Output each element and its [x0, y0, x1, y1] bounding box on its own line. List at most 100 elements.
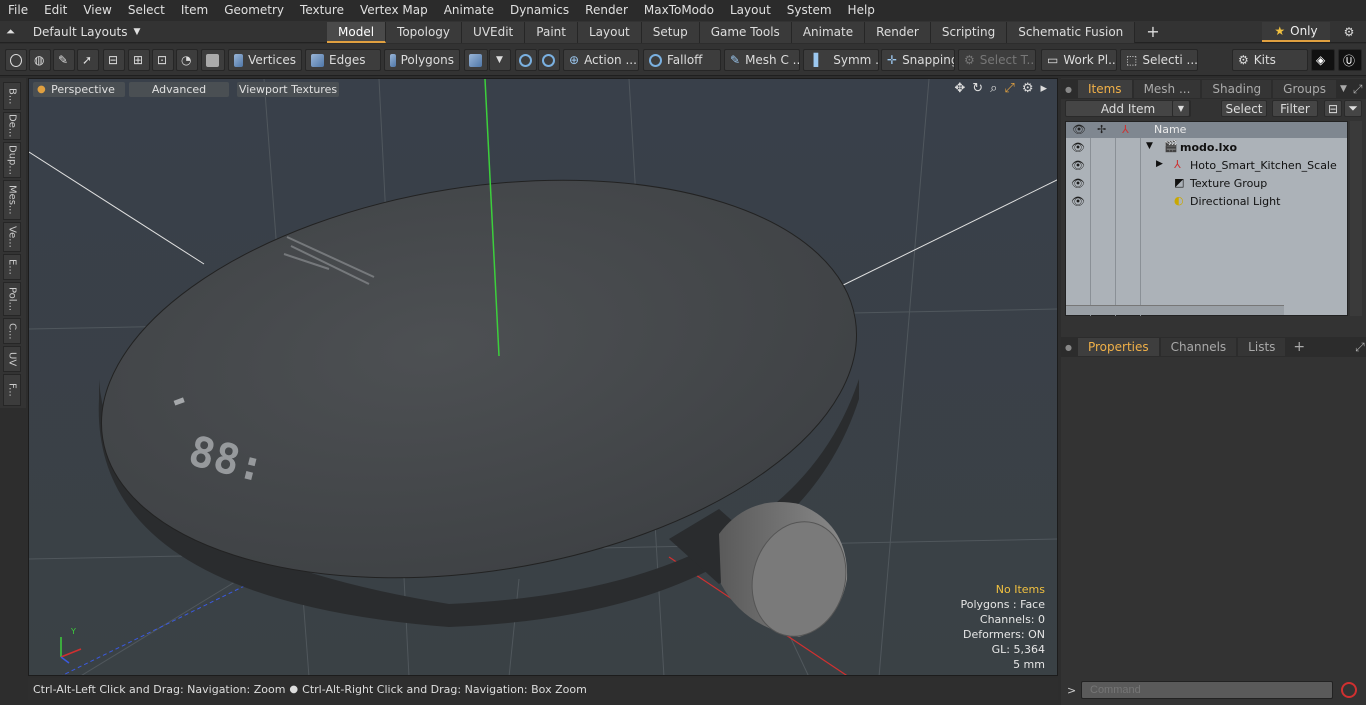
left-tab-duplicate[interactable]: Dup...: [3, 142, 21, 178]
tab-uvedit[interactable]: UVEdit: [462, 22, 526, 43]
menu-view[interactable]: View: [75, 0, 119, 21]
select-button[interactable]: Select: [1221, 100, 1267, 117]
gear-icon[interactable]: ⚙: [1022, 81, 1034, 96]
list-item[interactable]: 👁 ◩ Texture Group: [1066, 175, 1347, 193]
polygons-button[interactable]: Polygons: [384, 49, 460, 71]
tab-channels[interactable]: Channels: [1160, 338, 1237, 356]
viewport-textures-button[interactable]: Viewport Textures: [237, 82, 339, 97]
left-tab-polygon[interactable]: Pol...: [3, 282, 21, 316]
command-input[interactable]: [1081, 681, 1333, 699]
tab-topology[interactable]: Topology: [386, 22, 463, 43]
align-button[interactable]: ⊟: [103, 49, 125, 71]
unity-button[interactable]: ◈: [1311, 49, 1335, 71]
chevron-down-icon[interactable]: ▼: [1340, 84, 1347, 94]
selection-sets-button[interactable]: ⬚ Selecti ...: [1120, 49, 1198, 71]
menu-texture[interactable]: Texture: [292, 0, 352, 21]
menu-help[interactable]: Help: [840, 0, 883, 21]
eye-icon[interactable]: 👁: [1071, 196, 1085, 208]
expand-icon[interactable]: ⤢: [1353, 82, 1363, 97]
left-tab-curve[interactable]: C...: [3, 318, 21, 344]
list-item[interactable]: 👁 ◐ Directional Light: [1066, 193, 1347, 211]
add-tab-button[interactable]: +: [1293, 339, 1305, 355]
vertical-scrollbar[interactable]: [1350, 121, 1362, 316]
left-tab-deform[interactable]: De...: [3, 112, 21, 140]
kits-button[interactable]: ⚙ Kits: [1232, 49, 1308, 71]
vertices-button[interactable]: Vertices: [228, 49, 302, 71]
tab-properties[interactable]: Properties: [1077, 338, 1159, 356]
tab-scripting[interactable]: Scripting: [930, 22, 1008, 43]
collapse-button[interactable]: ⊟: [1324, 100, 1342, 117]
eye-icon[interactable]: 👁: [1071, 160, 1085, 172]
menu-file[interactable]: File: [0, 0, 36, 21]
unreal-button[interactable]: Ⓤ: [1338, 49, 1362, 71]
menu-render[interactable]: Render: [577, 0, 636, 21]
menu-select[interactable]: Select: [120, 0, 173, 21]
lasso-button[interactable]: ➚: [77, 49, 99, 71]
3d-viewport[interactable]: 88: Y ● Perspective Advanced Viewport Te…: [28, 78, 1058, 676]
rotate-button[interactable]: ◔: [176, 49, 198, 71]
tab-items[interactable]: Items: [1077, 80, 1132, 98]
tab-mesh[interactable]: Mesh ...: [1133, 80, 1201, 98]
move-icon[interactable]: ✥: [954, 81, 965, 96]
menu-edit[interactable]: Edit: [36, 0, 75, 21]
list-item[interactable]: 👁 ▶ ⅄ Hoto_Smart_Kitchen_Scale: [1066, 157, 1347, 175]
maximize-icon[interactable]: ⤢: [1004, 81, 1014, 96]
advanced-button[interactable]: Advanced: [129, 82, 229, 97]
center-button[interactable]: ⊞: [128, 49, 150, 71]
work-plane-button[interactable]: ▭ Work Pl...: [1041, 49, 1117, 71]
left-tab-mesh-edit[interactable]: Mes...: [3, 180, 21, 220]
list-item[interactable]: 👁 ▼ 🎬 modo.lxo: [1066, 139, 1347, 157]
pen-button[interactable]: ✎: [53, 49, 75, 71]
tab-model[interactable]: Model: [327, 22, 387, 43]
menu-vertex-map[interactable]: Vertex Map: [352, 0, 436, 21]
symmetry-button[interactable]: ▐ Symm ...: [803, 49, 879, 71]
left-tab-edge[interactable]: E...: [3, 254, 21, 280]
snapping-button[interactable]: ✛ Snapping: [881, 49, 955, 71]
tab-render[interactable]: Render: [865, 22, 931, 43]
left-tab-uv[interactable]: UV: [3, 346, 21, 372]
menu-animate[interactable]: Animate: [436, 0, 502, 21]
menu-layout[interactable]: Layout: [722, 0, 779, 21]
collapse-arrow-icon[interactable]: ▼: [1146, 141, 1153, 151]
left-tab-fusion[interactable]: F...: [3, 374, 21, 406]
expand-arrow-icon[interactable]: ▶: [1156, 159, 1163, 169]
only-button[interactable]: ★ Only: [1262, 22, 1330, 42]
select-through-button[interactable]: ⚙ Select T...: [958, 49, 1036, 71]
menu-system[interactable]: System: [779, 0, 840, 21]
layout-dropdown[interactable]: ⏶ Default Layouts ▼: [6, 23, 140, 41]
item-mode-button[interactable]: [201, 49, 225, 71]
menu-item[interactable]: Item: [173, 0, 216, 21]
tab-animate[interactable]: Animate: [791, 22, 866, 43]
funnel-button[interactable]: ⏷: [1344, 100, 1362, 117]
frame-button[interactable]: ⊡: [152, 49, 174, 71]
tab-lists[interactable]: Lists: [1238, 338, 1286, 356]
tab-groups[interactable]: Groups: [1273, 80, 1336, 98]
arrow-right-icon[interactable]: ▸: [1040, 81, 1047, 96]
mesh-constraint-button[interactable]: ✎ Mesh C ...: [724, 49, 800, 71]
falloff-button[interactable]: Falloff: [643, 49, 721, 71]
left-tab-basic[interactable]: B...: [3, 82, 21, 110]
eye-icon[interactable]: 👁: [1071, 178, 1085, 190]
mode-dropdown[interactable]: ▼: [489, 49, 511, 71]
material-mode-button[interactable]: [464, 49, 488, 71]
symmetry-y-button[interactable]: [538, 49, 560, 71]
action-center-button[interactable]: ⊕ Action ...: [563, 49, 639, 71]
search-icon[interactable]: ⌕: [990, 81, 997, 96]
tab-setup[interactable]: Setup: [641, 22, 700, 43]
symmetry-x-button[interactable]: [515, 49, 537, 71]
record-icon[interactable]: [1341, 682, 1357, 698]
tab-layout[interactable]: Layout: [577, 22, 642, 43]
tab-paint[interactable]: Paint: [525, 22, 578, 43]
expand-icon[interactable]: ⤢: [1355, 340, 1365, 355]
eye-icon[interactable]: 👁: [1071, 142, 1085, 154]
menu-maxtomodo[interactable]: MaxToModo: [636, 0, 722, 21]
perspective-button[interactable]: ● Perspective: [33, 82, 125, 97]
filter-button[interactable]: Filter: [1272, 100, 1318, 117]
globe-button[interactable]: ◍: [29, 49, 51, 71]
circle-select-button[interactable]: [5, 49, 27, 71]
edges-button[interactable]: Edges: [305, 49, 381, 71]
tab-schematic-fusion[interactable]: Schematic Fusion: [1007, 22, 1136, 43]
left-tab-vertex[interactable]: Ve...: [3, 222, 21, 252]
horizontal-scrollbar[interactable]: [1066, 305, 1284, 315]
add-tab-button[interactable]: +: [1135, 22, 1170, 43]
